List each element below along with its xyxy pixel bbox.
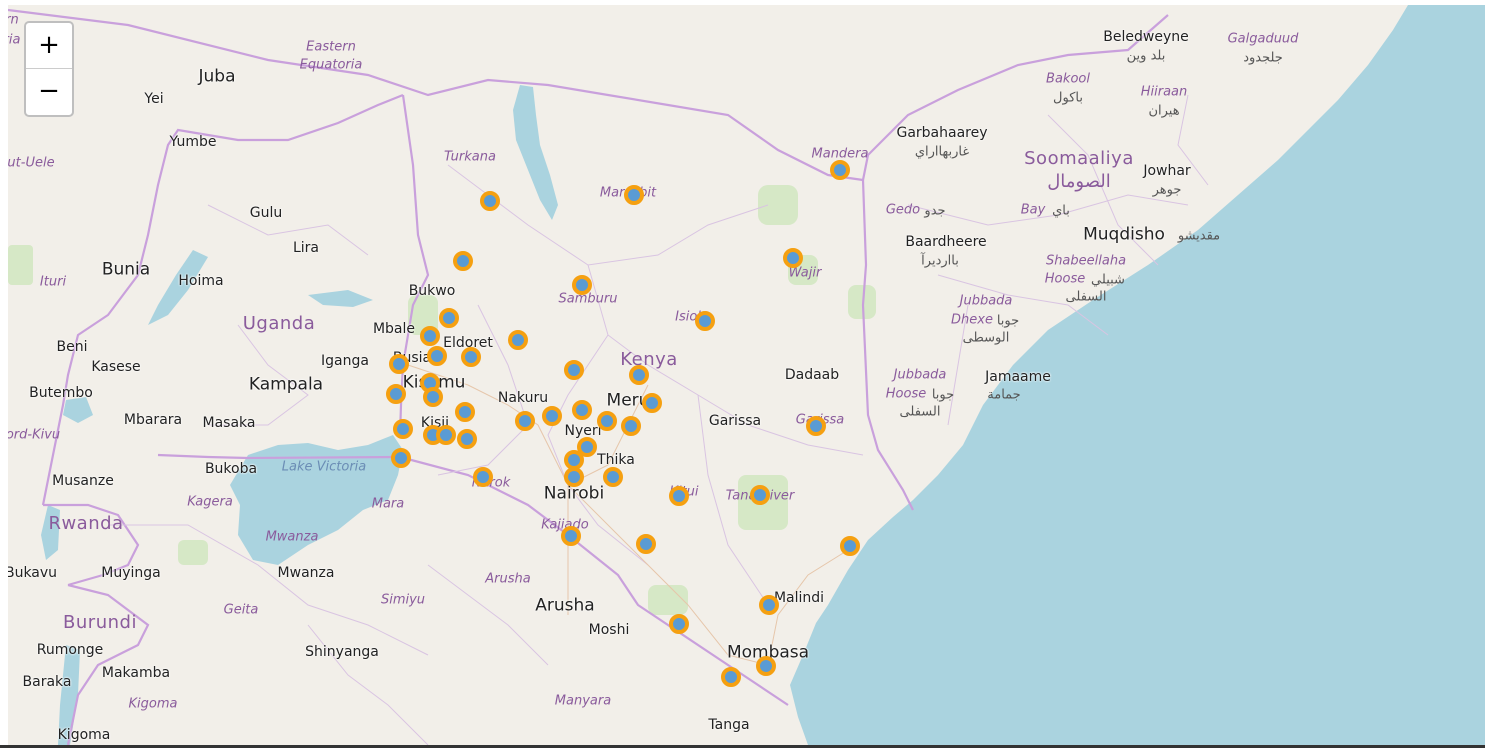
map-marker[interactable] — [564, 360, 584, 380]
map-marker[interactable] — [759, 595, 779, 615]
map-marker[interactable] — [572, 400, 592, 420]
map-marker[interactable] — [436, 425, 456, 445]
map-marker[interactable] — [750, 485, 770, 505]
map-marker[interactable] — [439, 308, 459, 328]
map-marker[interactable] — [393, 419, 413, 439]
map-marker[interactable] — [427, 346, 447, 366]
lake-victoria — [230, 435, 403, 565]
map-marker[interactable] — [629, 365, 649, 385]
map-marker[interactable] — [457, 429, 477, 449]
map-marker[interactable] — [515, 411, 535, 431]
map-marker[interactable] — [386, 384, 406, 404]
map-marker[interactable] — [721, 667, 741, 687]
map-marker[interactable] — [624, 185, 644, 205]
map-marker[interactable] — [695, 311, 715, 331]
map-marker[interactable] — [391, 448, 411, 468]
map-marker[interactable] — [636, 534, 656, 554]
indian-ocean — [790, 5, 1485, 745]
map-marker[interactable] — [806, 416, 826, 436]
map-marker[interactable] — [455, 402, 475, 422]
base-map — [8, 5, 1485, 745]
map-marker[interactable] — [621, 416, 641, 436]
map-marker[interactable] — [389, 354, 409, 374]
map-marker[interactable] — [756, 656, 776, 676]
map-marker[interactable] — [480, 191, 500, 211]
map-marker[interactable] — [453, 251, 473, 271]
map-marker[interactable] — [572, 275, 592, 295]
zoom-out-button[interactable]: − — [26, 69, 72, 115]
map-marker[interactable] — [423, 387, 443, 407]
lake-kivu — [41, 505, 60, 560]
map-marker[interactable] — [642, 393, 662, 413]
map-marker[interactable] — [461, 347, 481, 367]
map-marker[interactable] — [508, 330, 528, 350]
lake-albert — [148, 250, 208, 325]
map-marker[interactable] — [603, 467, 623, 487]
map-marker[interactable] — [840, 536, 860, 556]
map-marker[interactable] — [669, 486, 689, 506]
map-marker[interactable] — [561, 526, 581, 546]
map-marker[interactable] — [597, 411, 617, 431]
map-marker[interactable] — [669, 614, 689, 634]
map-marker[interactable] — [564, 467, 584, 487]
map-marker[interactable] — [420, 326, 440, 346]
lake-edward — [63, 397, 93, 423]
map-marker[interactable] — [783, 248, 803, 268]
lake-kyoga — [308, 290, 373, 307]
map-marker[interactable] — [542, 406, 562, 426]
lake-tanganyika — [58, 645, 80, 745]
map-marker[interactable] — [830, 160, 850, 180]
map-container[interactable]: ern oria Eastern Equatoria Turkana Marsa… — [8, 5, 1485, 745]
zoom-control: + − — [24, 21, 74, 117]
zoom-in-button[interactable]: + — [26, 23, 72, 69]
lake-turkana — [513, 85, 558, 220]
map-marker[interactable] — [473, 467, 493, 487]
